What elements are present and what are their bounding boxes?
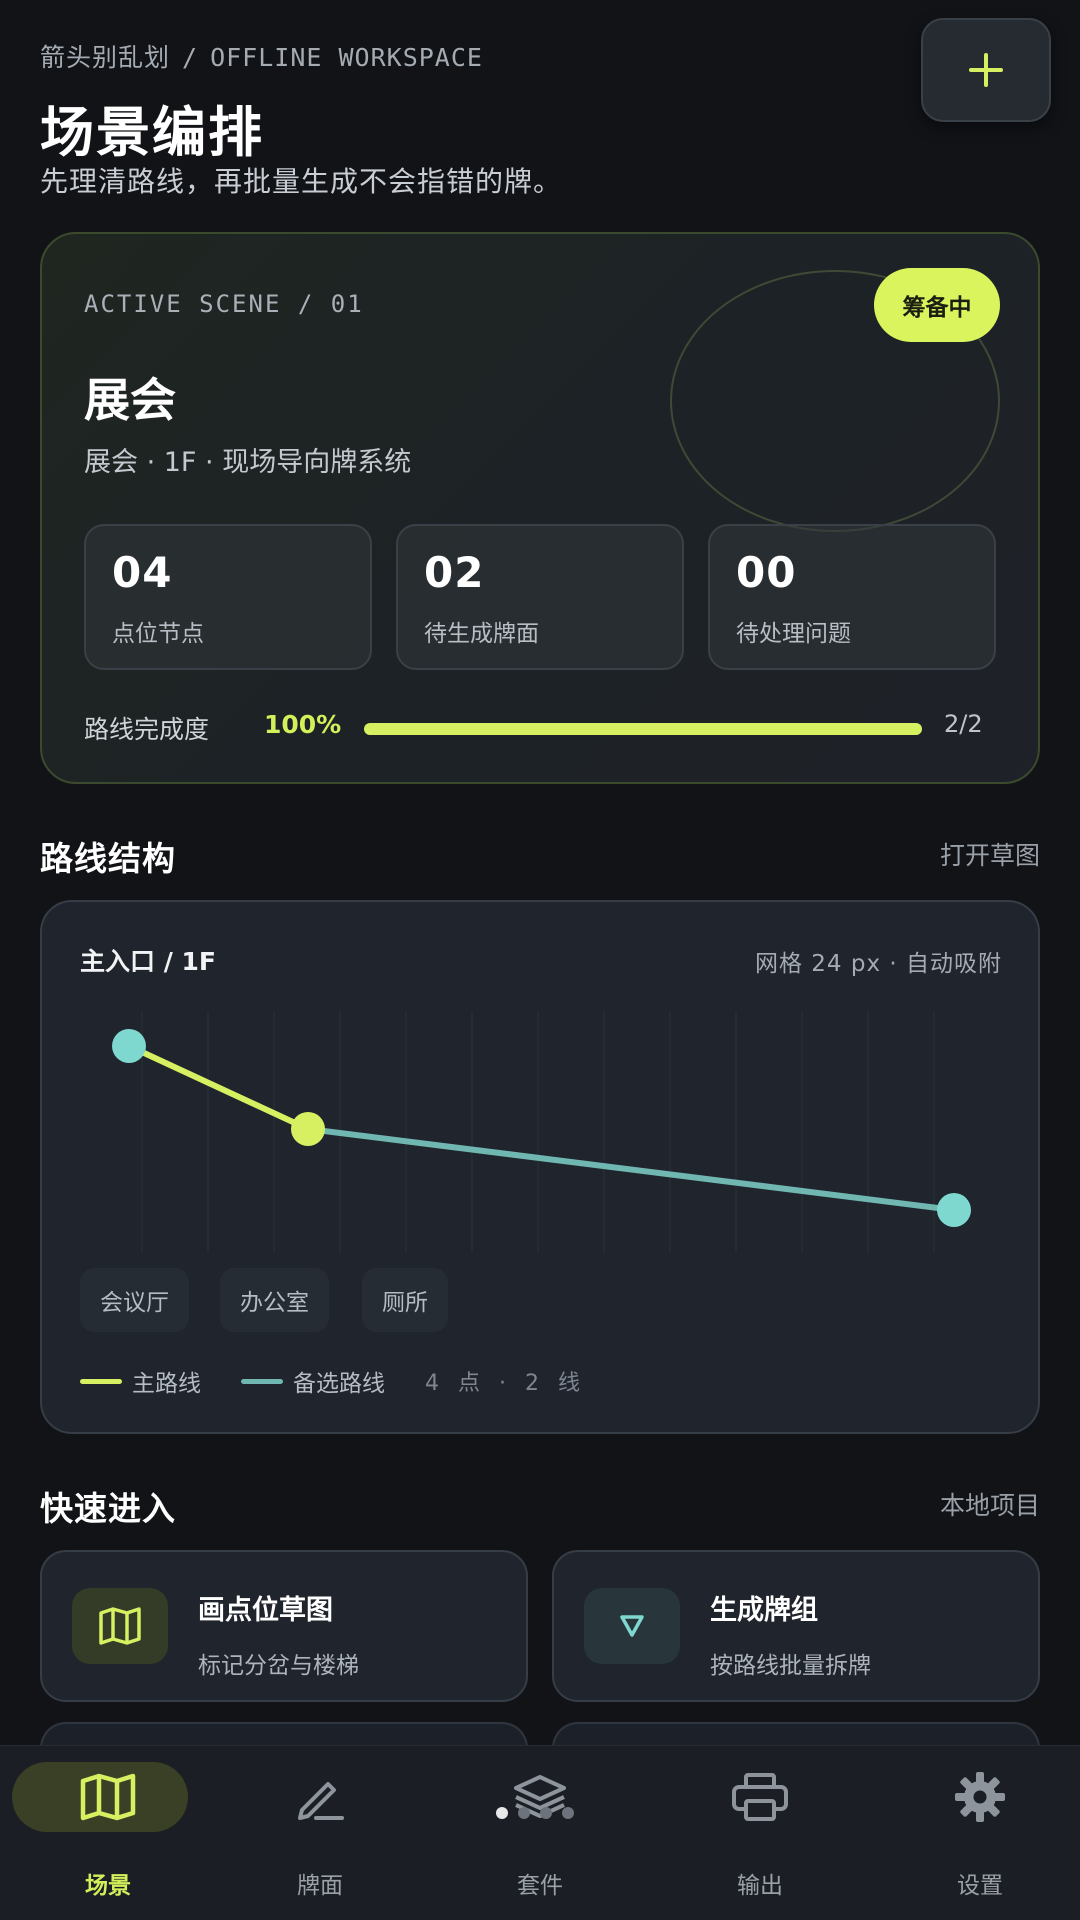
page-subtitle: 先理清路线，再批量生成不会指错的牌。 bbox=[40, 165, 563, 198]
route-section-title: 路线结构 bbox=[40, 839, 176, 878]
page-dot bbox=[562, 1807, 574, 1819]
route-node-mid[interactable] bbox=[291, 1112, 325, 1146]
destination-chip[interactable]: 会议厅 bbox=[80, 1268, 189, 1332]
nav-settings[interactable]: 设置 bbox=[872, 1746, 1080, 1920]
plus-icon bbox=[969, 53, 1003, 87]
progress-fill bbox=[364, 723, 922, 735]
gear-icon bbox=[949, 1769, 1011, 1825]
legend-swatch bbox=[80, 1378, 122, 1384]
map-icon bbox=[77, 1769, 139, 1825]
tile-title: 画点位草图 bbox=[198, 1595, 333, 1626]
active-scene-card[interactable]: ACTIVE SCENE / 01 筹备中 展会 展会 · 1F · 现场导向牌… bbox=[40, 232, 1040, 784]
status-badge: 筹备中 bbox=[874, 268, 1000, 342]
workspace-label: OFFLINE WORKSPACE bbox=[210, 43, 483, 72]
stat-label: 点位节点 bbox=[112, 621, 204, 647]
primary-route-line bbox=[126, 1043, 311, 1132]
nav-signs[interactable]: 牌面 bbox=[212, 1746, 428, 1920]
legend-label: 备选路线 bbox=[293, 1371, 385, 1397]
page-title: 场景编排 bbox=[40, 101, 264, 164]
progress-bar bbox=[364, 723, 922, 735]
stat-nodes: 04 点位节点 bbox=[84, 524, 372, 670]
nav-label: 设置 bbox=[957, 1873, 1003, 1899]
tile-draw-sketch[interactable]: 画点位草图 标记分岔与楼梯 bbox=[40, 1550, 528, 1702]
stat-label: 待生成牌面 bbox=[424, 621, 539, 647]
scene-meta: 展会 · 1F · 现场导向牌系统 bbox=[84, 447, 412, 478]
route-canvas bbox=[112, 1012, 971, 1252]
screen: 箭头别乱划 / OFFLINE WORKSPACE 场景编排 先理清路线，再批量生成… bbox=[0, 0, 1080, 1920]
pen-icon bbox=[289, 1769, 351, 1825]
quick-section-title: 快速进入 bbox=[40, 1489, 176, 1528]
route-title: 主入口 / 1F bbox=[80, 947, 217, 976]
progress-percent: 100% bbox=[264, 710, 342, 739]
page-dot bbox=[496, 1807, 508, 1819]
grid-lines bbox=[141, 1012, 935, 1252]
grid-settings[interactable]: 网格 24 px · 自动吸附 bbox=[755, 944, 1002, 978]
progress-count: 2/2 bbox=[944, 710, 983, 738]
tile-title: 生成牌组 bbox=[710, 1595, 818, 1626]
route-count: 4 点 · 2 线 bbox=[425, 1371, 586, 1396]
stat-value: 02 bbox=[424, 548, 485, 597]
tile-subtitle: 按路线批量拆牌 bbox=[710, 1653, 871, 1679]
alternate-route-line bbox=[305, 1126, 957, 1213]
eyebrow-separator: / bbox=[182, 43, 199, 72]
stat-value: 00 bbox=[736, 548, 797, 597]
stat-pending-signs: 02 待生成牌面 bbox=[396, 524, 684, 670]
nav-label: 套件 bbox=[517, 1873, 563, 1899]
route-legend: 主路线 备选路线 4 点 · 2 线 bbox=[80, 1364, 586, 1398]
page-dot bbox=[518, 1807, 530, 1819]
stat-label: 待处理问题 bbox=[736, 621, 851, 647]
workspace-eyebrow: 箭头别乱划 / OFFLINE WORKSPACE bbox=[40, 38, 483, 74]
page-indicator bbox=[496, 1807, 584, 1819]
destination-chip[interactable]: 办公室 bbox=[220, 1268, 329, 1332]
nav-label: 输出 bbox=[737, 1873, 783, 1899]
page-dot bbox=[540, 1807, 552, 1819]
stat-issues: 00 待处理问题 bbox=[708, 524, 996, 670]
route-node-start[interactable] bbox=[112, 1029, 146, 1063]
legend-item-primary: 主路线 bbox=[80, 1364, 201, 1398]
app-name: 箭头别乱划 bbox=[40, 43, 171, 72]
bottom-nav: 场景 牌面 套件 输出 设置 bbox=[0, 1745, 1080, 1920]
add-button[interactable] bbox=[921, 18, 1051, 122]
nav-label: 场景 bbox=[85, 1873, 131, 1899]
progress-label: 路线完成度 bbox=[84, 715, 210, 744]
sign-icon bbox=[584, 1588, 680, 1664]
tile-generate-signs[interactable]: 生成牌组 按路线批量拆牌 bbox=[552, 1550, 1040, 1702]
nav-output[interactable]: 输出 bbox=[652, 1746, 868, 1920]
nav-label: 牌面 bbox=[297, 1873, 343, 1899]
route-node-end[interactable] bbox=[937, 1193, 971, 1227]
tile-subtitle: 标记分岔与楼梯 bbox=[198, 1653, 359, 1679]
destination-chip[interactable]: 厕所 bbox=[362, 1268, 448, 1332]
nav-kits[interactable]: 套件 bbox=[432, 1746, 648, 1920]
local-projects-link[interactable]: 本地项目 bbox=[940, 1486, 1040, 1522]
legend-swatch bbox=[241, 1378, 283, 1384]
map-icon bbox=[72, 1588, 168, 1664]
scene-eyebrow: ACTIVE SCENE / 01 bbox=[84, 290, 364, 318]
route-card[interactable]: 主入口 / 1F 网格 24 px · 自动吸附 会议厅 办公室 厕所 主路线 … bbox=[40, 900, 1040, 1434]
nav-scenes[interactable]: 场景 bbox=[0, 1746, 216, 1920]
open-sketch-link[interactable]: 打开草图 bbox=[940, 836, 1040, 872]
legend-label: 主路线 bbox=[132, 1371, 201, 1397]
scene-name: 展会 bbox=[84, 373, 176, 427]
legend-item-alternate: 备选路线 bbox=[241, 1364, 385, 1398]
printer-icon bbox=[729, 1769, 791, 1825]
stat-value: 04 bbox=[112, 548, 173, 597]
